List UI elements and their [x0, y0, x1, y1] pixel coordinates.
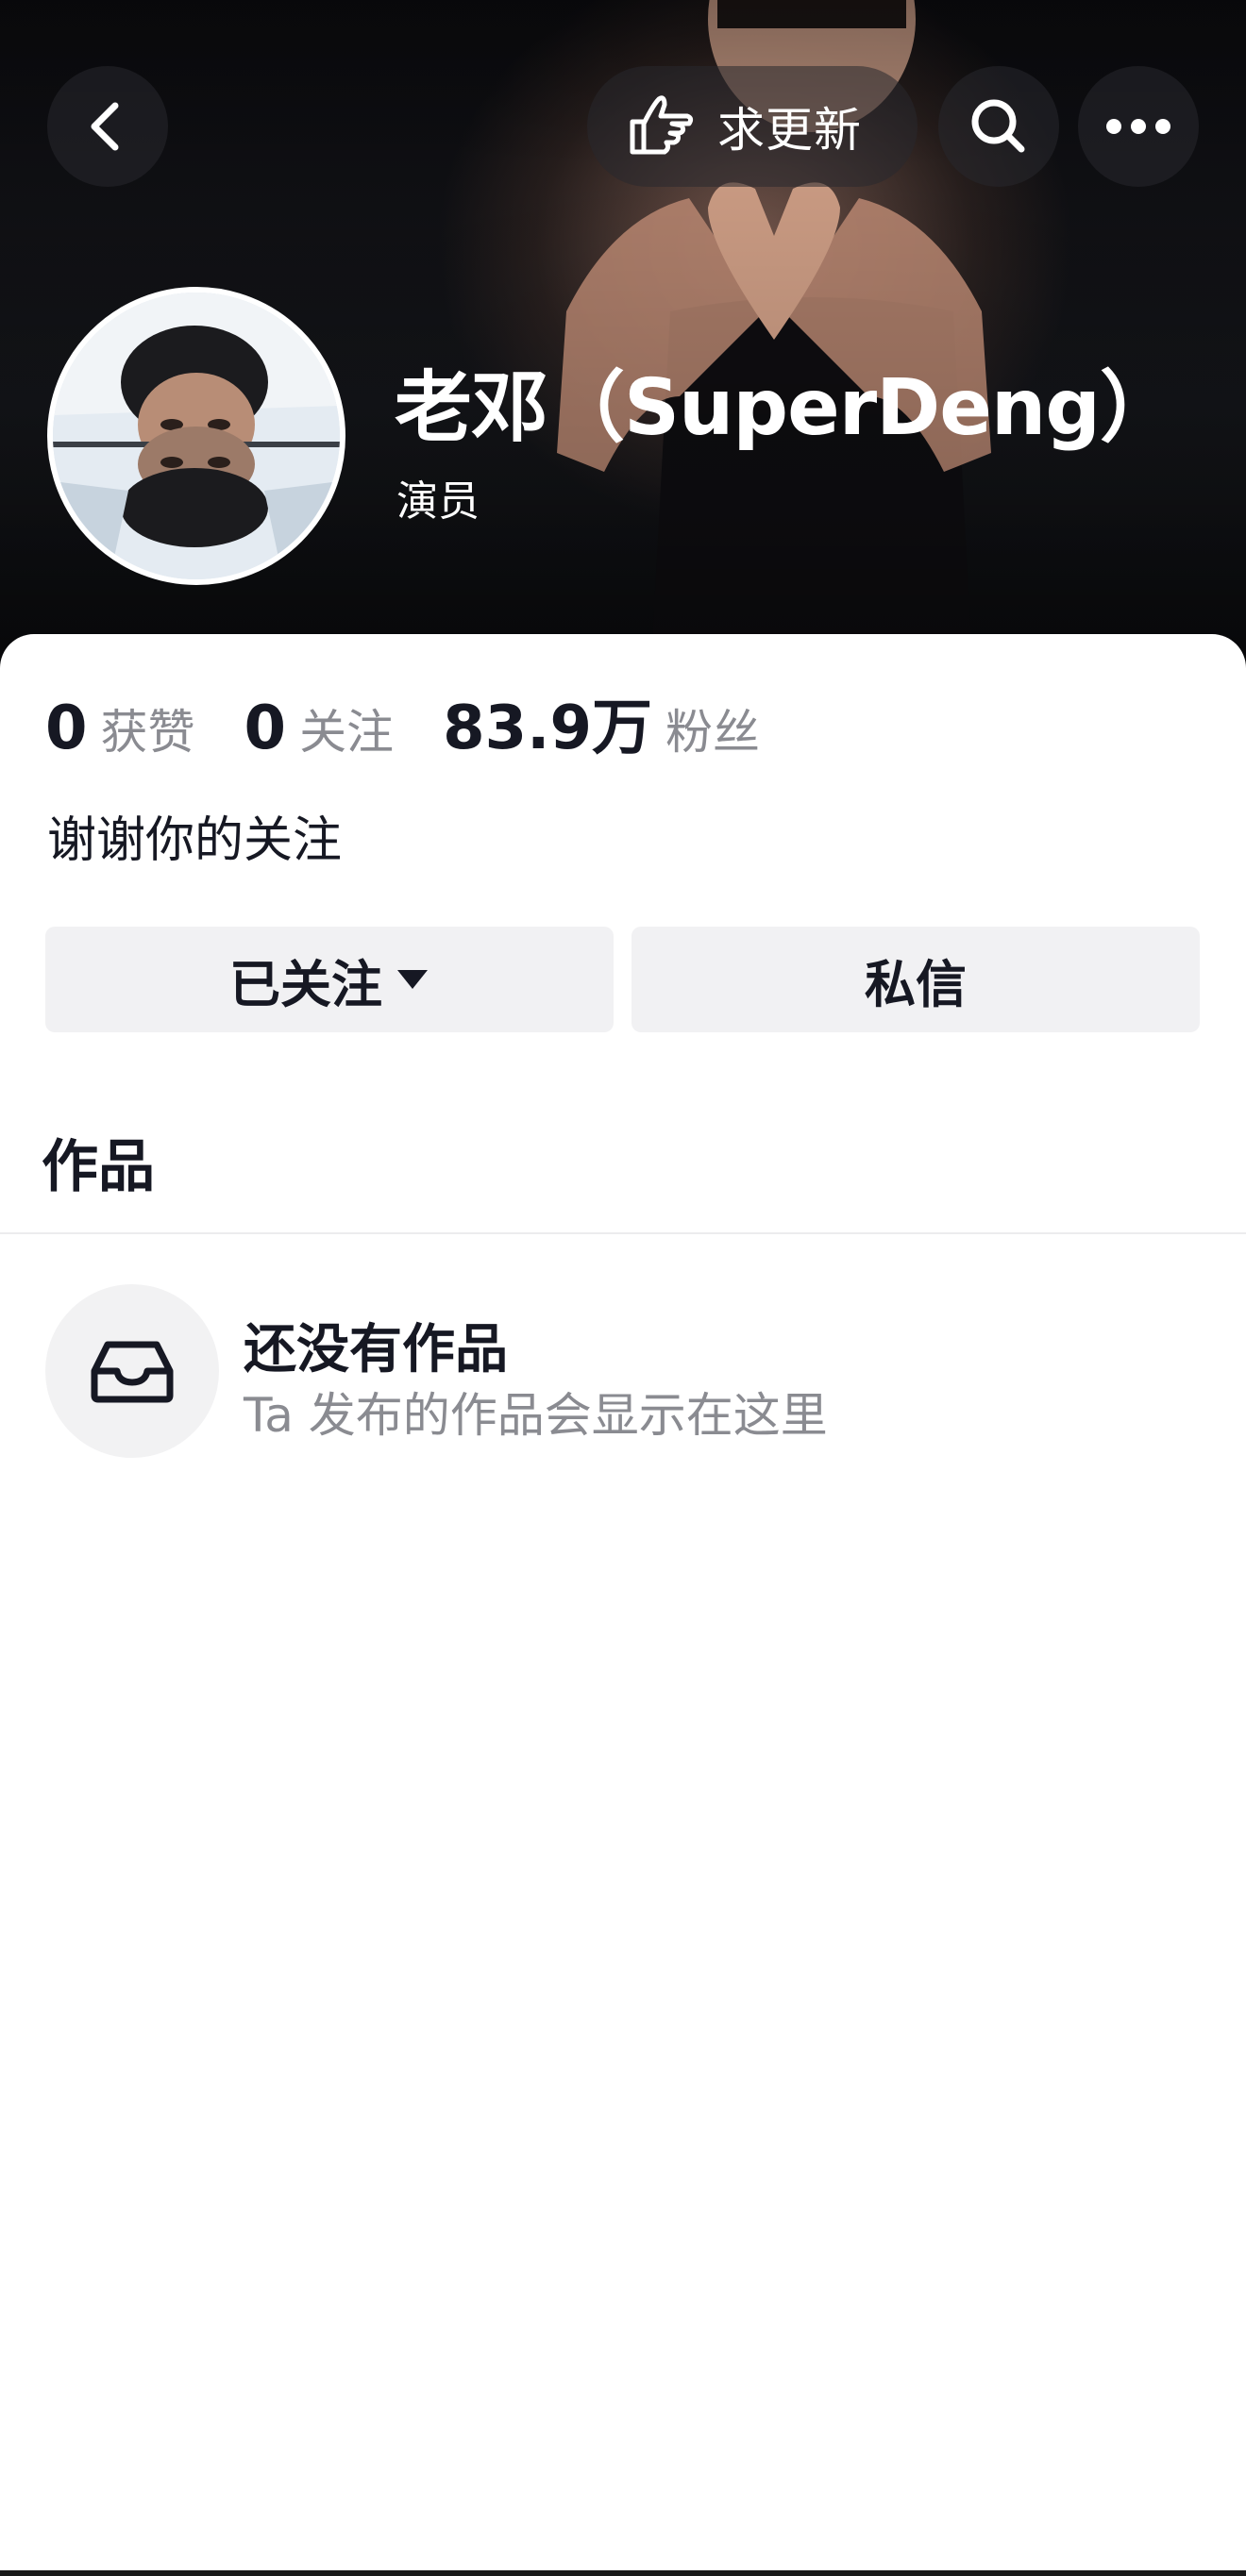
empty-works-title: 还没有作品	[244, 1319, 508, 1380]
search-icon	[971, 99, 1025, 153]
search-button[interactable]	[938, 66, 1059, 187]
request-update-button[interactable]: 求更新	[587, 66, 918, 187]
stat-following-label: 关注	[299, 705, 395, 760]
stat-likes[interactable]: 0 获赞	[45, 694, 195, 763]
profile-name: 老邓（SuperDeng）	[395, 363, 1177, 453]
followed-label: 已关注	[229, 954, 382, 1014]
message-button[interactable]: 私信	[631, 927, 1200, 1032]
stat-likes-label: 获赞	[100, 705, 195, 760]
stat-followers-value: 83.9万	[443, 694, 652, 763]
message-label: 私信	[865, 954, 967, 1014]
profile-content-panel	[0, 634, 1246, 2576]
stat-likes-value: 0	[45, 694, 88, 763]
empty-works-subtitle: Ta 发布的作品会显示在这里	[244, 1388, 828, 1443]
empty-works-icon-circle	[45, 1284, 219, 1458]
avatar-photo	[53, 293, 340, 579]
chevron-left-icon	[91, 102, 119, 151]
inbox-tray-icon	[91, 1341, 174, 1403]
stat-followers-label: 粉丝	[665, 705, 760, 760]
back-button[interactable]	[47, 66, 168, 187]
stat-following[interactable]: 0 关注	[244, 694, 395, 763]
avatar[interactable]	[47, 287, 345, 585]
stat-following-value: 0	[244, 694, 287, 763]
works-tab[interactable]: 作品	[42, 1121, 155, 1203]
pointing-hand-icon	[630, 95, 694, 155]
profile-bio: 谢谢你的关注	[47, 812, 343, 869]
stat-followers[interactable]: 83.9万 粉丝	[443, 679, 760, 766]
more-dots-icon	[1106, 119, 1170, 134]
followed-button[interactable]: 已关注	[45, 927, 614, 1032]
profile-tagline: 演员	[396, 477, 480, 526]
request-update-label: 求更新	[717, 103, 862, 158]
bottom-edge	[0, 2570, 1246, 2576]
more-button[interactable]	[1078, 66, 1199, 187]
divider	[0, 1232, 1246, 1234]
profile-stats: 0 获赞 0 关注 83.9万 粉丝	[45, 679, 809, 763]
caret-down-icon	[397, 970, 428, 989]
